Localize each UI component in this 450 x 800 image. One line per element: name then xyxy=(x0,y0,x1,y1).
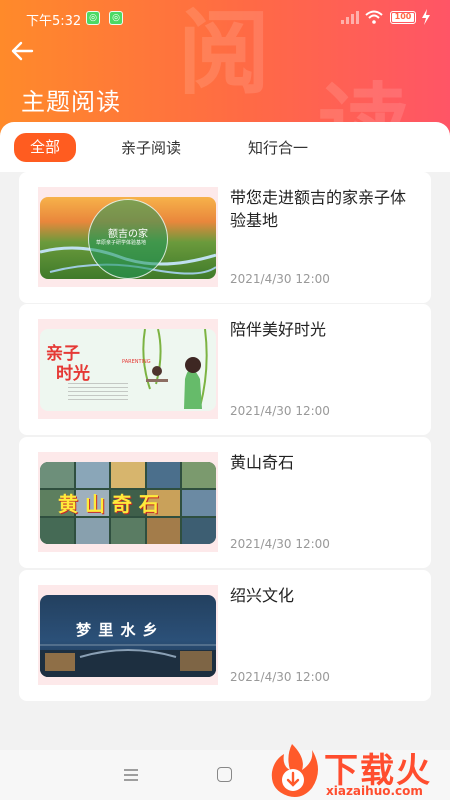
article-date: 2021/4/30 12:00 xyxy=(230,537,330,551)
battery-icon: 100 xyxy=(390,11,416,24)
site-watermark-logo: 下载火 xiazaihuo.com xyxy=(262,740,450,800)
wifi-icon xyxy=(365,10,383,24)
article-card[interactable]: 黄 山 奇 石 黄山奇石 2021/4/30 12:00 xyxy=(19,437,431,568)
status-time: 下午5:32 xyxy=(26,14,82,29)
image-subcaption: 草原亲子研学体验基地 xyxy=(96,240,147,246)
flame-icon xyxy=(271,744,318,797)
image-subcaption: PARENTING xyxy=(122,359,151,365)
image-caption: 时光 xyxy=(56,364,90,384)
menu-icon[interactable] xyxy=(124,769,138,781)
article-thumbnail: 亲子 时光 PARENTING xyxy=(38,319,218,419)
article-title: 带您走进额吉的家亲子体验基地 xyxy=(230,188,407,230)
article-title: 绍兴文化 xyxy=(230,586,295,605)
article-thumbnail: 梦 里 水 乡 xyxy=(38,585,218,685)
back-arrow-icon[interactable] xyxy=(10,40,34,62)
article-card[interactable]: 亲子 时光 PARENTING 陪伴美好时光 2021/4/30 12:00 xyxy=(19,304,431,435)
article-date: 2021/4/30 12:00 xyxy=(230,670,330,684)
tab-parent-child-reading[interactable]: 亲子阅读 xyxy=(121,134,181,162)
status-bar: 下午5:32 ◎ ◎ 100 xyxy=(0,0,450,34)
page-title: 主题阅读 xyxy=(21,88,121,116)
tab-bar: 全部 亲子阅读 知行合一 xyxy=(0,122,450,172)
article-title: 黄山奇石 xyxy=(230,453,295,472)
home-icon[interactable] xyxy=(217,767,232,782)
article-card[interactable]: 梦 里 水 乡 绍兴文化 2021/4/30 12:00 xyxy=(19,570,431,701)
image-caption: 梦 里 水 乡 xyxy=(76,621,159,639)
image-paragraph xyxy=(68,383,128,403)
image-caption: 额吉の家 xyxy=(108,229,148,240)
article-thumbnail: 额吉の家 草原亲子研学体验基地 xyxy=(38,187,218,287)
article-date: 2021/4/30 12:00 xyxy=(230,272,330,286)
tab-all[interactable]: 全部 xyxy=(14,133,77,162)
article-date: 2021/4/30 12:00 xyxy=(230,404,330,418)
wechat-notification-icon: ◎ xyxy=(109,11,123,25)
article-card[interactable]: 额吉の家 草原亲子研学体验基地 带您走进额吉的家亲子体验基地 2021/4/30… xyxy=(19,172,431,303)
article-title: 陪伴美好时光 xyxy=(230,320,327,339)
article-thumbnail: 黄 山 奇 石 xyxy=(38,452,218,552)
wechat-notification-icon: ◎ xyxy=(86,11,100,25)
tab-knowledge-action[interactable]: 知行合一 xyxy=(248,134,308,162)
charging-icon xyxy=(422,9,430,25)
signal-icon xyxy=(341,11,359,24)
logo-url: xiazaihuo.com xyxy=(326,784,423,798)
image-caption: 黄 山 奇 石 xyxy=(58,492,159,516)
battery-level: 100 xyxy=(392,13,414,22)
